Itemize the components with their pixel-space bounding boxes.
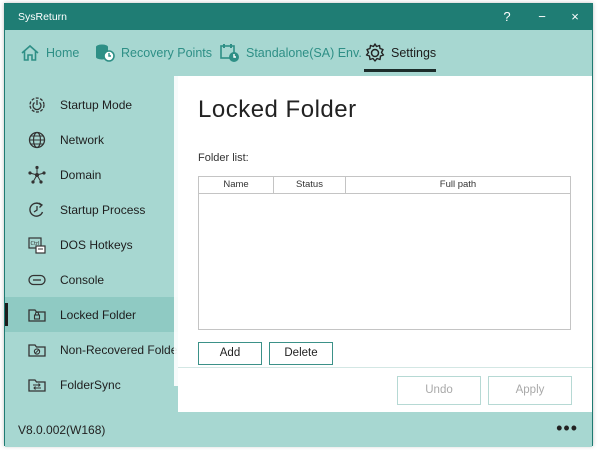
nav-standalone-label: Standalone(SA) Env. [246,46,362,60]
sidebar-item-label: Startup Process [60,203,146,217]
minimize-button[interactable]: − [527,4,557,30]
apply-button[interactable]: Apply [488,376,572,405]
table-header: Name Status Full path [199,177,570,194]
nav-recovery-points-label: Recovery Points [121,46,213,60]
globe-icon [27,130,47,150]
startup-process-icon [27,200,47,220]
domain-icon [27,165,47,185]
startup-mode-icon [27,95,47,115]
status-bar: V8.0.002(W168) ••• [5,412,592,447]
folder-list-table[interactable]: Name Status Full path [198,176,571,330]
nav-home[interactable]: Home [19,30,79,76]
delete-button[interactable]: Delete [269,342,333,365]
standalone-icon [219,42,241,64]
add-button[interactable]: Add [198,342,262,365]
sidebar-item-startup-process[interactable]: Startup Process [5,192,178,227]
top-nav: Home Recovery Points Standalone(SA) Env.… [5,30,592,76]
active-tab-indicator [364,69,437,72]
column-header-name[interactable]: Name [199,177,274,193]
close-button[interactable]: × [560,4,590,30]
column-header-status[interactable]: Status [274,177,346,193]
sidebar-item-dos-hotkeys[interactable]: Ctrl DOS Hotkeys [5,227,178,262]
column-header-full-path[interactable]: Full path [346,177,570,193]
more-options-button[interactable]: ••• [556,418,578,439]
sidebar-item-label: DOS Hotkeys [60,238,133,252]
sidebar-item-label: Domain [60,168,102,182]
title-bar: SysReturn ? − × [5,4,592,30]
recovery-points-icon [94,42,116,64]
folder-list-label: Folder list: [198,152,249,164]
nav-settings-label: Settings [391,46,437,60]
sidebar-item-startup-mode[interactable]: Startup Mode [5,87,178,122]
sidebar-item-console[interactable]: Console [5,262,178,297]
page-title: Locked Folder [198,96,357,123]
app-window: SysReturn ? − × Home Recovery Points Sta… [4,3,593,447]
sidebar-item-label: Startup Mode [60,98,133,112]
home-icon [19,42,41,64]
main-panel: Locked Folder Folder list: Name Status F… [178,76,592,412]
sidebar-item-non-recovered-folder[interactable]: Non-Recovered Folder [5,332,182,367]
sidebar-item-label: FolderSync [60,378,121,392]
sidebar-item-domain[interactable]: Domain [5,157,178,192]
non-recovered-folder-icon [27,340,47,360]
nav-recovery-points[interactable]: Recovery Points [94,30,212,76]
nav-home-label: Home [46,46,80,60]
sidebar-item-locked-folder[interactable]: Locked Folder [5,297,178,332]
sidebar-item-label: Network [60,133,105,147]
sidebar-item-label: Locked Folder [60,308,137,322]
folder-sync-icon [27,375,47,395]
locked-folder-icon [27,305,47,325]
sidebar-item-foldersync[interactable]: FolderSync [5,367,178,402]
window-title: SysReturn [18,11,68,23]
sidebar-item-network[interactable]: Network [5,122,178,157]
sidebar: Startup Mode Network Domain Startup Proc… [5,76,182,412]
undo-button[interactable]: Undo [397,376,481,405]
version-label: V8.0.002(W168) [18,423,106,437]
sidebar-item-label: Non-Recovered Folder [60,343,182,357]
help-button[interactable]: ? [492,4,522,30]
nav-standalone[interactable]: Standalone(SA) Env. [219,30,362,76]
nav-settings[interactable]: Settings [364,30,437,76]
gear-icon [364,42,386,64]
divider [178,367,592,368]
console-icon [27,270,47,290]
sidebar-item-label: Console [60,273,105,287]
keyboard-icon: Ctrl [27,235,47,255]
